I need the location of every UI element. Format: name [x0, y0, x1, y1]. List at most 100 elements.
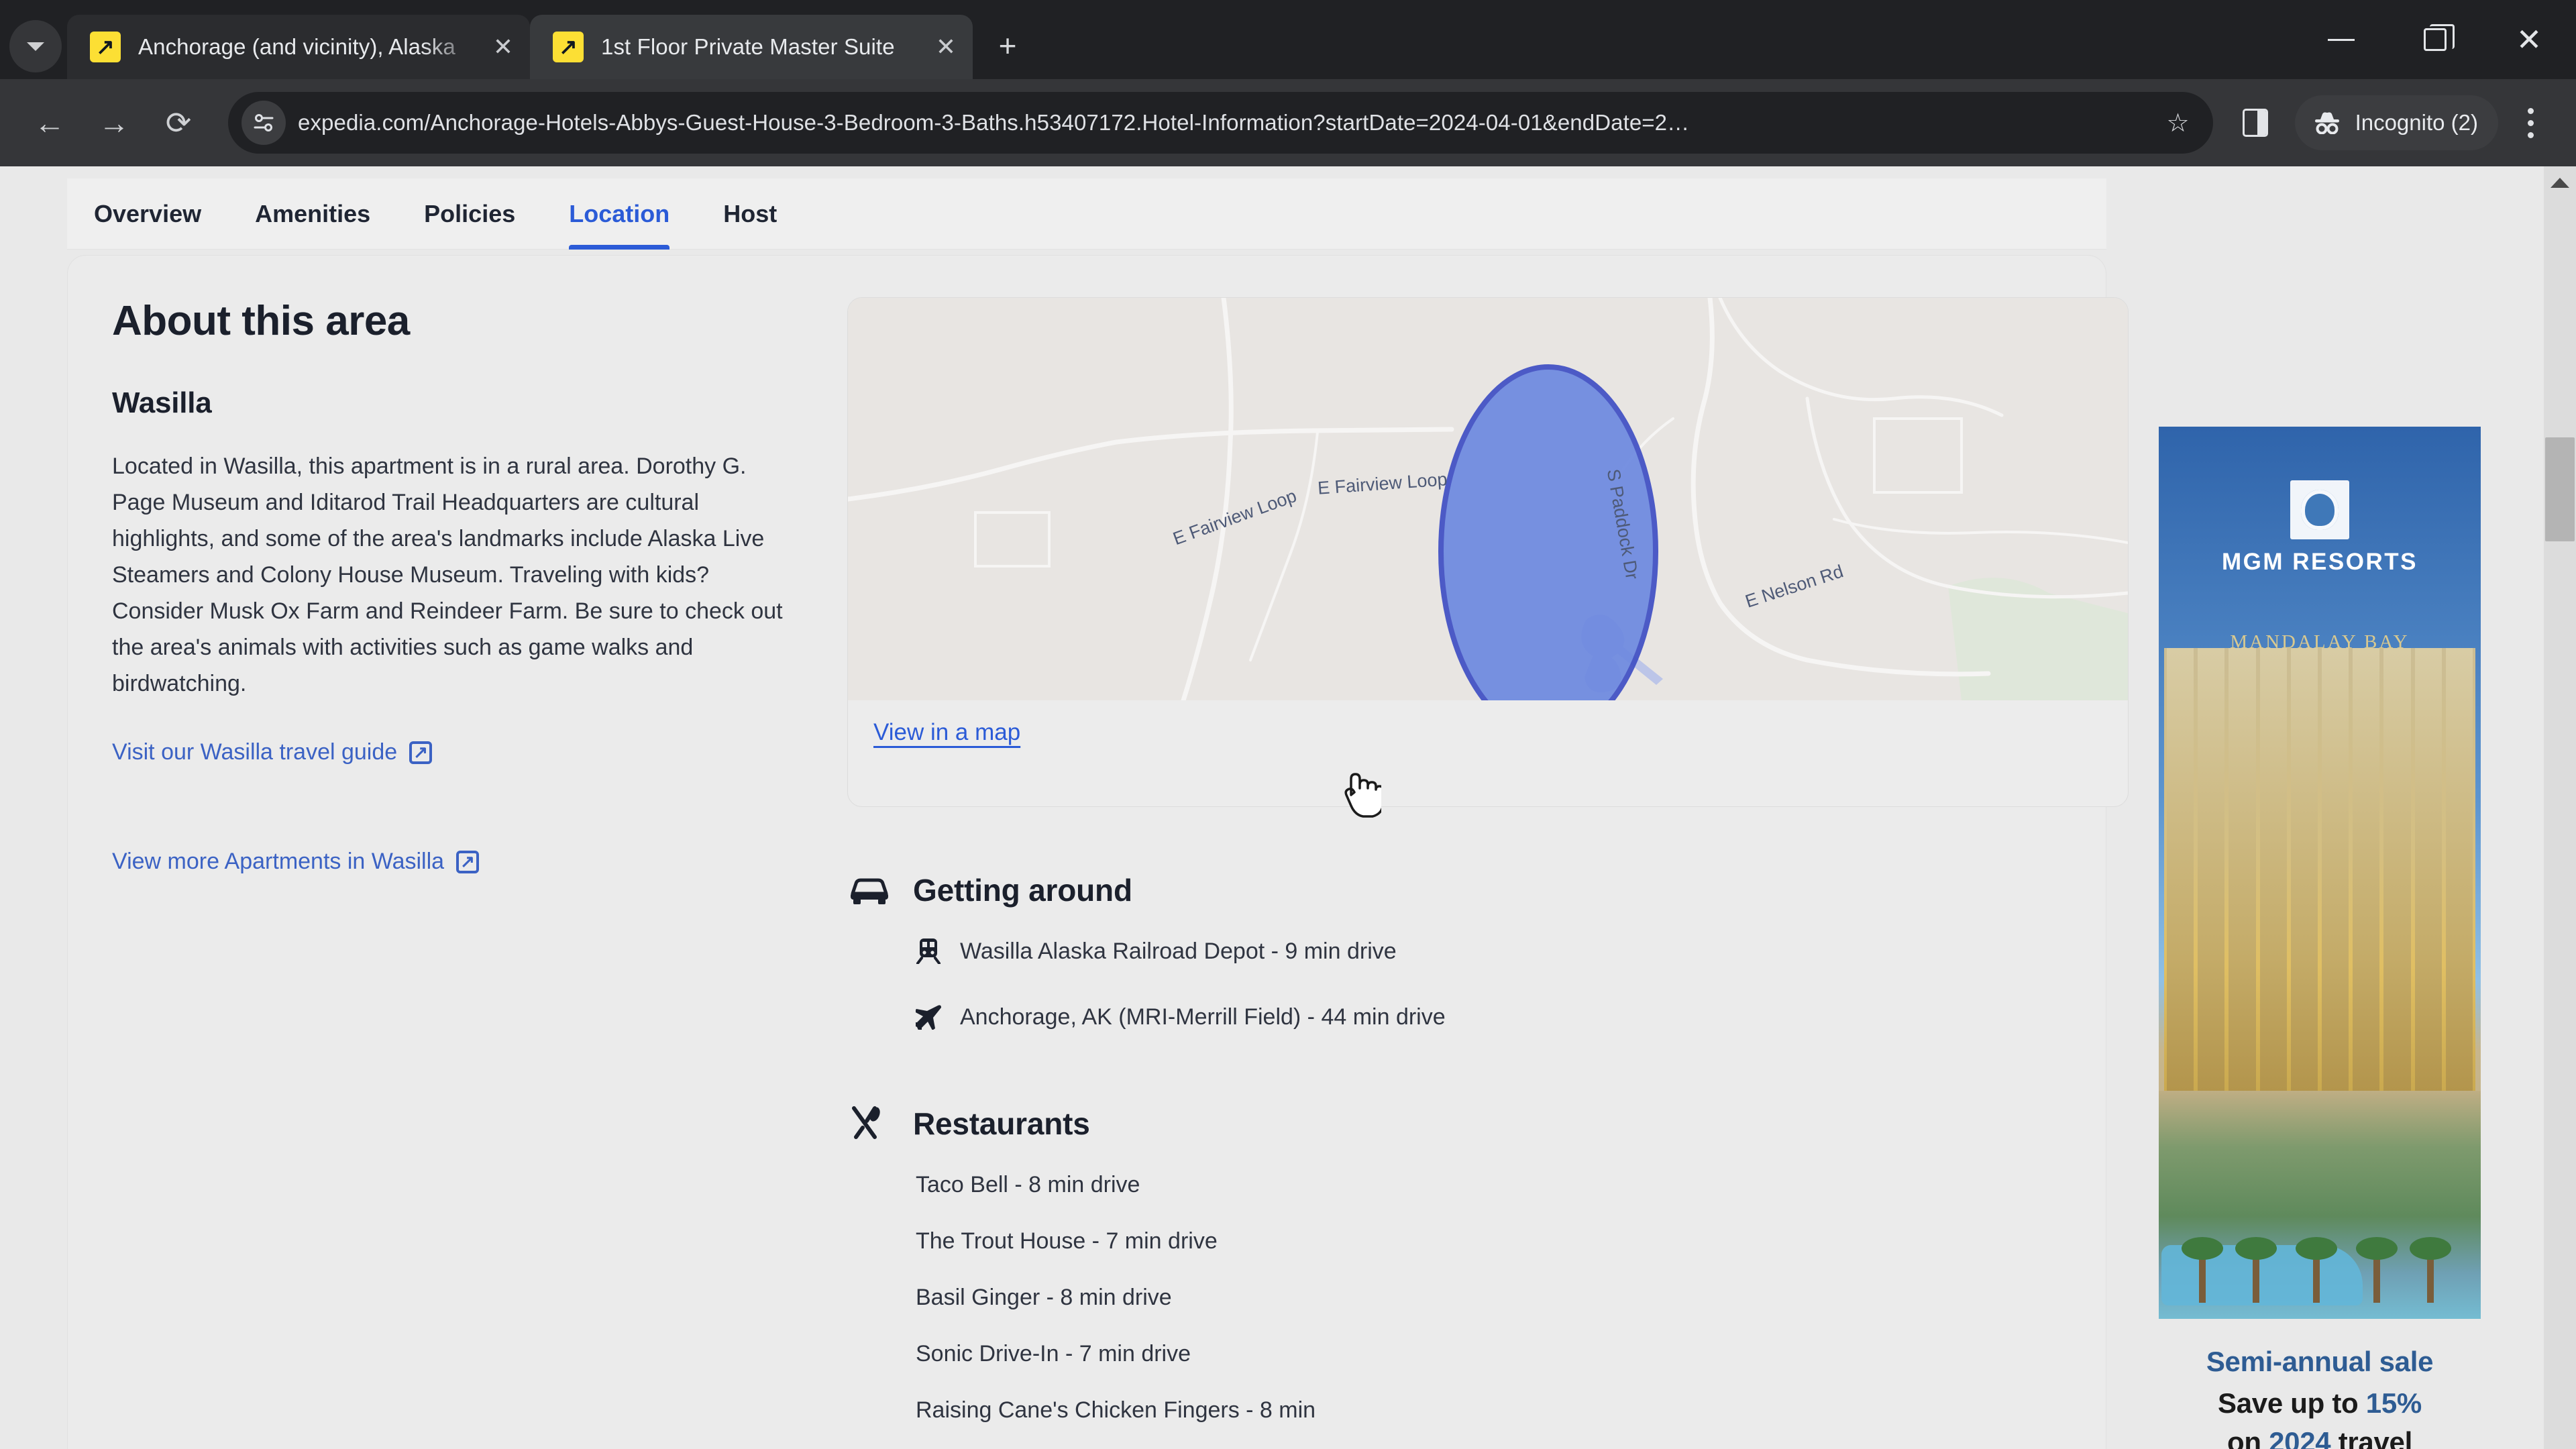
- travel-guide-link[interactable]: Visit our Wasilla travel guide: [112, 739, 433, 765]
- tab-strip: Anchorage (and vicinity), Alaska ✕ 1st F…: [0, 0, 2576, 79]
- minimize-icon: [2328, 38, 2355, 41]
- three-dots-icon: [2527, 107, 2534, 114]
- restaurants-section: Restaurants Taco Bell - 8 min drive The …: [847, 1105, 2068, 1428]
- list-item: Raising Cane's Chicken Fingers - 8 min: [916, 1392, 1452, 1428]
- tab-host[interactable]: Host: [696, 178, 804, 250]
- palm-tree-icon: [2356, 1237, 2398, 1303]
- restaurants-list: Taco Bell - 8 min drive The Trout House …: [847, 1167, 2068, 1428]
- tab-title: Anchorage (and vicinity), Alaska: [138, 34, 455, 59]
- list-item-text: Anchorage, AK (MRI-Merrill Field) - 44 m…: [960, 1004, 1446, 1030]
- expedia-favicon-icon: [90, 32, 121, 62]
- area-description: Located in Wasilla, this apartment is in…: [112, 453, 783, 696]
- list-item: Anchorage, AK (MRI-Merrill Field) - 44 m…: [913, 999, 1452, 1040]
- getting-around-section: Getting around Wasilla Alaska Railroad D…: [847, 871, 2068, 1040]
- url-text: expedia.com/Anchorage-Hotels-Abbys-Guest…: [298, 110, 1690, 135]
- ad-year-value: 2024: [2269, 1426, 2331, 1449]
- external-link-icon: [409, 741, 433, 764]
- static-map-image[interactable]: E Fairview Loop E Fairview Loop S Paddoc…: [848, 298, 2128, 700]
- list-item: Taco Bell - 8 min drive: [916, 1167, 1452, 1203]
- new-tab-button[interactable]: +: [983, 21, 1032, 70]
- property-nav-tabs: Overview Amenities Policies Location Hos…: [67, 178, 2106, 250]
- tab-location[interactable]: Location: [542, 178, 696, 250]
- scroll-up-button[interactable]: [2544, 166, 2576, 199]
- back-arrow-icon: ←: [34, 105, 65, 140]
- page-viewport: Overview Amenities Policies Location Hos…: [0, 166, 2576, 1449]
- hotel-tower-graphic: [2164, 648, 2475, 1091]
- more-apartments-link-row: View more Apartments in Wasilla: [112, 811, 790, 875]
- car-icon: [847, 871, 892, 909]
- palm-tree-icon: [2296, 1237, 2337, 1303]
- back-button[interactable]: ←: [17, 91, 82, 155]
- ad-subline-2: on 2024 travel: [2163, 1426, 2477, 1449]
- close-window-button[interactable]: ✕: [2482, 0, 2576, 79]
- list-item: The Trout House - 7 min drive: [916, 1223, 1452, 1259]
- tab-overview[interactable]: Overview: [67, 178, 228, 250]
- reload-icon: ⟳: [165, 105, 192, 140]
- restaurants-title: Restaurants: [913, 1106, 1090, 1141]
- forward-button[interactable]: →: [82, 91, 146, 155]
- ad-brand-label: MGM RESORTS: [2222, 549, 2418, 575]
- browser-toolbar: ← → ⟳ expedia.com/Anchorage-Hotels-Abbys…: [0, 79, 2576, 166]
- city-heading: Wasilla: [112, 386, 212, 419]
- list-item-text: The Trout House - 7 min drive: [916, 1228, 1218, 1254]
- browser-tab-2[interactable]: 1st Floor Private Master Suite ✕: [530, 15, 973, 79]
- forward-arrow-icon: →: [99, 105, 129, 140]
- incognito-label: Incognito (2): [2355, 110, 2478, 135]
- incognito-icon: [2311, 111, 2343, 134]
- browser-tab-1[interactable]: Anchorage (and vicinity), Alaska ✕: [67, 15, 530, 79]
- getting-around-header: Getting around: [847, 871, 2068, 909]
- ad-property-name: MANDALAY BAY: [2230, 631, 2410, 653]
- bookmark-star-icon[interactable]: ☆: [2158, 108, 2198, 138]
- side-panel-button[interactable]: [2225, 93, 2286, 153]
- train-icon: [916, 933, 944, 975]
- ad-subline-2-prefix: on: [2227, 1426, 2269, 1449]
- view-in-a-map-link[interactable]: View in a map: [873, 719, 1020, 746]
- page-title: About this area: [112, 298, 410, 344]
- advertisement[interactable]: MANDALAY BAY MGM RESORTS Semi-annual sal…: [2159, 427, 2481, 1449]
- list-item: Sonic Drive-In - 7 min drive: [916, 1336, 1452, 1372]
- list-item: Wasilla Alaska Railroad Depot - 9 min dr…: [916, 933, 1452, 975]
- travel-guide-link-label: Visit our Wasilla travel guide: [112, 739, 398, 765]
- mgm-logo: MGM RESORTS: [2159, 480, 2481, 576]
- scroll-up-arrow-icon: [2551, 177, 2569, 188]
- ad-discount-value: 15%: [2365, 1387, 2422, 1419]
- chevron-down-icon: [27, 42, 44, 51]
- external-link-icon: [456, 850, 480, 873]
- reload-button[interactable]: ⟳: [146, 91, 211, 155]
- list-item-text: Basil Ginger - 8 min drive: [916, 1285, 1172, 1310]
- scrollbar-thumb[interactable]: [2545, 437, 2575, 541]
- map-card: E Fairview Loop E Fairview Loop S Paddoc…: [847, 297, 2129, 807]
- maximize-button[interactable]: [2388, 0, 2482, 79]
- list-item-text: Taco Bell - 8 min drive: [916, 1172, 1140, 1197]
- ad-subline-2-suffix: travel: [2330, 1426, 2413, 1449]
- list-item-text: Wasilla Alaska Railroad Depot - 9 min dr…: [960, 938, 1397, 964]
- mgm-lion-icon: [2290, 480, 2349, 539]
- resort-grounds-graphic: [2159, 1091, 2481, 1319]
- palm-tree-icon: [2410, 1237, 2451, 1303]
- ad-subline-1: Save up to 15%: [2163, 1387, 2477, 1419]
- close-icon[interactable]: ✕: [484, 28, 522, 66]
- tab-search-button[interactable]: [9, 20, 62, 72]
- more-apartments-link-label: View more Apartments in Wasilla: [112, 849, 445, 874]
- ad-subline-1-prefix: Save up to: [2218, 1387, 2366, 1419]
- ad-copy: Semi-annual sale Save up to 15% on 2024 …: [2159, 1319, 2481, 1449]
- tab-policies[interactable]: Policies: [397, 178, 542, 250]
- more-apartments-link[interactable]: View more Apartments in Wasilla: [112, 849, 480, 875]
- location-details-column: E Fairview Loop E Fairview Loop S Paddoc…: [847, 297, 2129, 1448]
- tab-title: 1st Floor Private Master Suite: [601, 34, 895, 59]
- browser-menu-button[interactable]: [2502, 91, 2559, 155]
- site-settings-icon[interactable]: [241, 101, 286, 145]
- getting-around-list: Wasilla Alaska Railroad Depot - 9 min dr…: [847, 933, 2068, 1040]
- travel-guide-link-row: Visit our Wasilla travel guide: [112, 702, 790, 765]
- minimize-button[interactable]: [2294, 0, 2388, 79]
- list-item-text: Sonic Drive-In - 7 min drive: [916, 1341, 1191, 1366]
- window-controls: ✕: [2294, 0, 2576, 79]
- close-icon[interactable]: ✕: [927, 28, 965, 66]
- list-item: Basil Ginger - 8 min drive: [916, 1279, 1452, 1316]
- ad-image[interactable]: MANDALAY BAY MGM RESORTS: [2159, 427, 2481, 1319]
- address-bar[interactable]: expedia.com/Anchorage-Hotels-Abbys-Guest…: [228, 92, 2213, 154]
- restaurants-header: Restaurants: [847, 1105, 2068, 1142]
- tab-amenities[interactable]: Amenities: [228, 178, 397, 250]
- incognito-indicator[interactable]: Incognito (2): [2294, 95, 2498, 150]
- page-scrollbar[interactable]: [2544, 166, 2576, 1449]
